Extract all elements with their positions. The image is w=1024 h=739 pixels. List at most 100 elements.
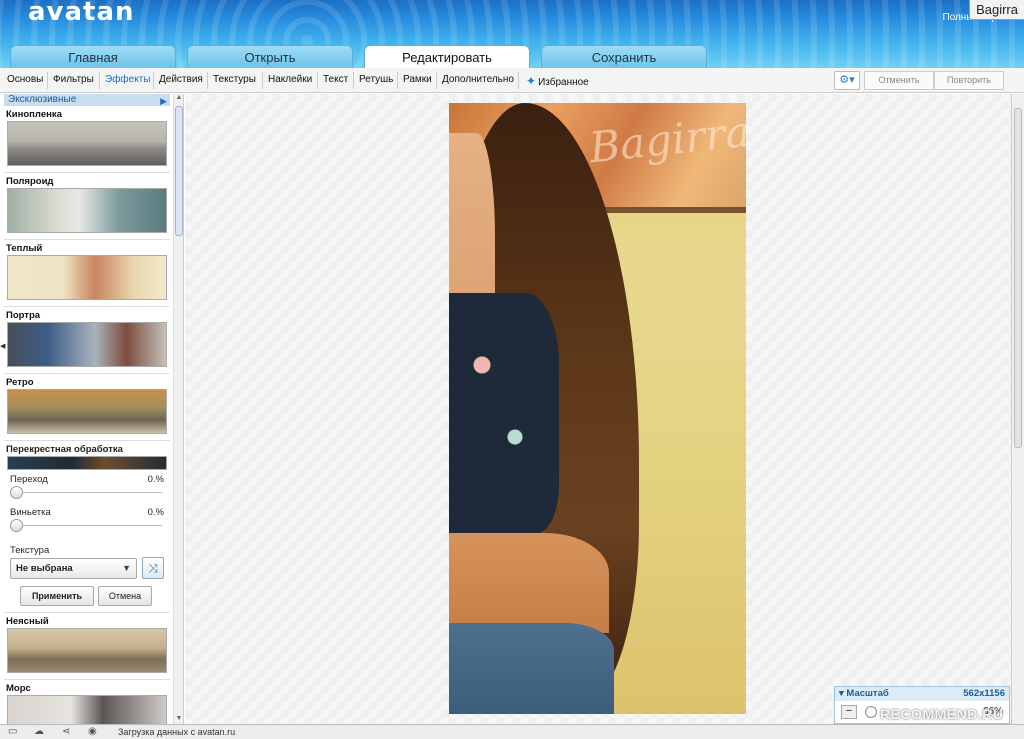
zoom-slider-knob[interactable] [865, 706, 877, 718]
edited-photo[interactable]: Bagirra [449, 103, 746, 714]
scroll-up-icon[interactable]: ▲ [175, 94, 183, 101]
texture-select[interactable]: Не выбрана ▼ [10, 558, 137, 579]
menu-retouch[interactable]: Ретушь [359, 74, 393, 85]
vignette-slider-row: Виньетка 0.% [4, 503, 170, 536]
effect-label: Морс [6, 683, 31, 694]
star-icon: ✦ [526, 74, 537, 88]
effect-thumbnail[interactable] [7, 188, 167, 233]
effect-label: Поляроид [6, 176, 54, 187]
section-label: Эксклюзивные [8, 94, 77, 105]
divider [207, 72, 208, 89]
zoom-header[interactable]: ▾ Масштаб 562x1156 [835, 687, 1009, 701]
favorites-label: Избранное [538, 77, 589, 88]
zoom-title: Масштаб [846, 688, 889, 699]
settings-button[interactable]: ⚙▾ [834, 71, 860, 90]
site-watermark: RECOMMEND.RU [880, 706, 1004, 722]
effect-item-mors[interactable]: Морс [4, 680, 170, 724]
zoom-out-button[interactable]: − [841, 705, 857, 719]
menu-text[interactable]: Текст [323, 74, 348, 85]
effect-thumbnail[interactable] [7, 121, 167, 166]
scrollbar-thumb[interactable] [175, 106, 183, 236]
image-size: 562x1156 [963, 688, 1005, 699]
effect-item-vague[interactable]: Неясный [4, 613, 170, 680]
camera-icon[interactable]: ◉ [88, 726, 97, 737]
effect-item-film[interactable]: Кинопленка [4, 106, 170, 173]
cloud-icon[interactable]: ☁ [34, 726, 44, 737]
effect-thumbnail[interactable] [7, 628, 167, 673]
menu-favorites[interactable]: ✦ Избранное [526, 74, 589, 88]
canvas-scrollbar[interactable] [1011, 94, 1024, 724]
user-name-tag: Bagirra [969, 0, 1024, 20]
panel-collapse-icon[interactable]: ◀ [0, 342, 5, 350]
vignette-slider-track[interactable] [12, 525, 162, 526]
effect-thumbnail[interactable] [7, 695, 167, 724]
divider [397, 72, 398, 89]
effect-label: Ретро [6, 377, 34, 388]
section-exclusive[interactable]: Эксклюзивные ▶ [4, 94, 170, 106]
status-bar: ▭ ☁ ⋖ ◉ Загрузка данных с avatan.ru [0, 724, 1024, 739]
tab-open[interactable]: Открыть [187, 45, 353, 68]
tab-home[interactable]: Главная [10, 45, 176, 68]
photo-jeans [449, 623, 614, 714]
divider [317, 72, 318, 89]
effect-thumbnail[interactable] [7, 389, 167, 434]
effect-item-retro[interactable]: Ретро [4, 374, 170, 441]
scrollbar-thumb[interactable] [1014, 108, 1022, 448]
transition-slider-track[interactable] [12, 492, 162, 493]
chevron-down-icon: ▼ [122, 563, 131, 573]
shuffle-icon: ⤨ [148, 561, 158, 575]
transition-slider-row: Переход 0.% [4, 470, 170, 503]
divider [99, 72, 100, 89]
menu-additional[interactable]: Дополнительно [442, 74, 514, 85]
effect-label: Кинопленка [6, 109, 62, 120]
photo-floral-top [449, 293, 559, 533]
tool-menu: Основы Фильтры Эффекты Действия Текстуры… [0, 68, 1024, 93]
effect-label: Портра [6, 310, 41, 321]
effect-thumbnail[interactable] [7, 322, 167, 367]
texture-label: Текстура [10, 545, 50, 556]
effect-label: Неясный [6, 616, 49, 627]
photo-skin [449, 533, 609, 633]
menu-stickers[interactable]: Наклейки [268, 74, 312, 85]
effect-label: Теплый [6, 243, 43, 254]
menu-basics[interactable]: Основы [7, 74, 43, 85]
window-icon[interactable]: ▭ [8, 726, 17, 737]
vignette-label: Виньетка [10, 507, 51, 518]
apply-button[interactable]: Применить [20, 586, 94, 606]
divider [353, 72, 354, 89]
menu-textures[interactable]: Текстуры [213, 74, 256, 85]
tab-save[interactable]: Сохранить [541, 45, 707, 68]
cross-processing-settings: Перекрестная обработка Переход 0.% Винье… [4, 441, 170, 613]
tab-edit[interactable]: Редактировать [364, 45, 530, 68]
effect-item-warm[interactable]: Теплый [4, 240, 170, 307]
effects-panel: Эксклюзивные ▶ Кинопленка Поляроид Теплый… [4, 94, 184, 724]
divider [153, 72, 154, 89]
header: avatan Полный экран Главная Открыть Реда… [0, 0, 1024, 68]
effect-item-portra[interactable]: Портра [4, 307, 170, 374]
cancel-button[interactable]: Отмена [98, 586, 152, 606]
vignette-slider-knob[interactable] [10, 519, 23, 532]
menu-frames[interactable]: Рамки [403, 74, 432, 85]
menu-filters[interactable]: Фильтры [53, 74, 94, 85]
redo-button[interactable]: Повторить [934, 71, 1004, 90]
effect-item-polaroid[interactable]: Поляроид [4, 173, 170, 240]
effect-label: Перекрестная обработка [6, 444, 123, 455]
menu-actions[interactable]: Действия [159, 74, 203, 85]
scroll-down-icon[interactable]: ▼ [175, 715, 183, 722]
transition-slider-knob[interactable] [10, 486, 23, 499]
effects-scrollbar[interactable]: ▲ ▼ [173, 94, 183, 724]
share-icon[interactable]: ⋖ [62, 726, 70, 737]
divider [262, 72, 263, 89]
menu-effects[interactable]: Эффекты [105, 74, 150, 85]
shuffle-button[interactable]: ⤨ [142, 557, 164, 579]
main-tabs: Главная Открыть Редактировать Сохранить [10, 45, 707, 68]
effect-thumbnail[interactable] [7, 456, 167, 470]
transition-value: 0.% [147, 474, 164, 485]
divider [518, 72, 519, 89]
effect-thumbnail[interactable] [7, 255, 167, 300]
texture-select-value: Не выбрана [16, 563, 73, 574]
undo-button[interactable]: Отменить [864, 71, 934, 90]
status-text: Загрузка данных с avatan.ru [118, 727, 236, 737]
app-logo[interactable]: avatan [28, 0, 135, 27]
divider [436, 72, 437, 89]
